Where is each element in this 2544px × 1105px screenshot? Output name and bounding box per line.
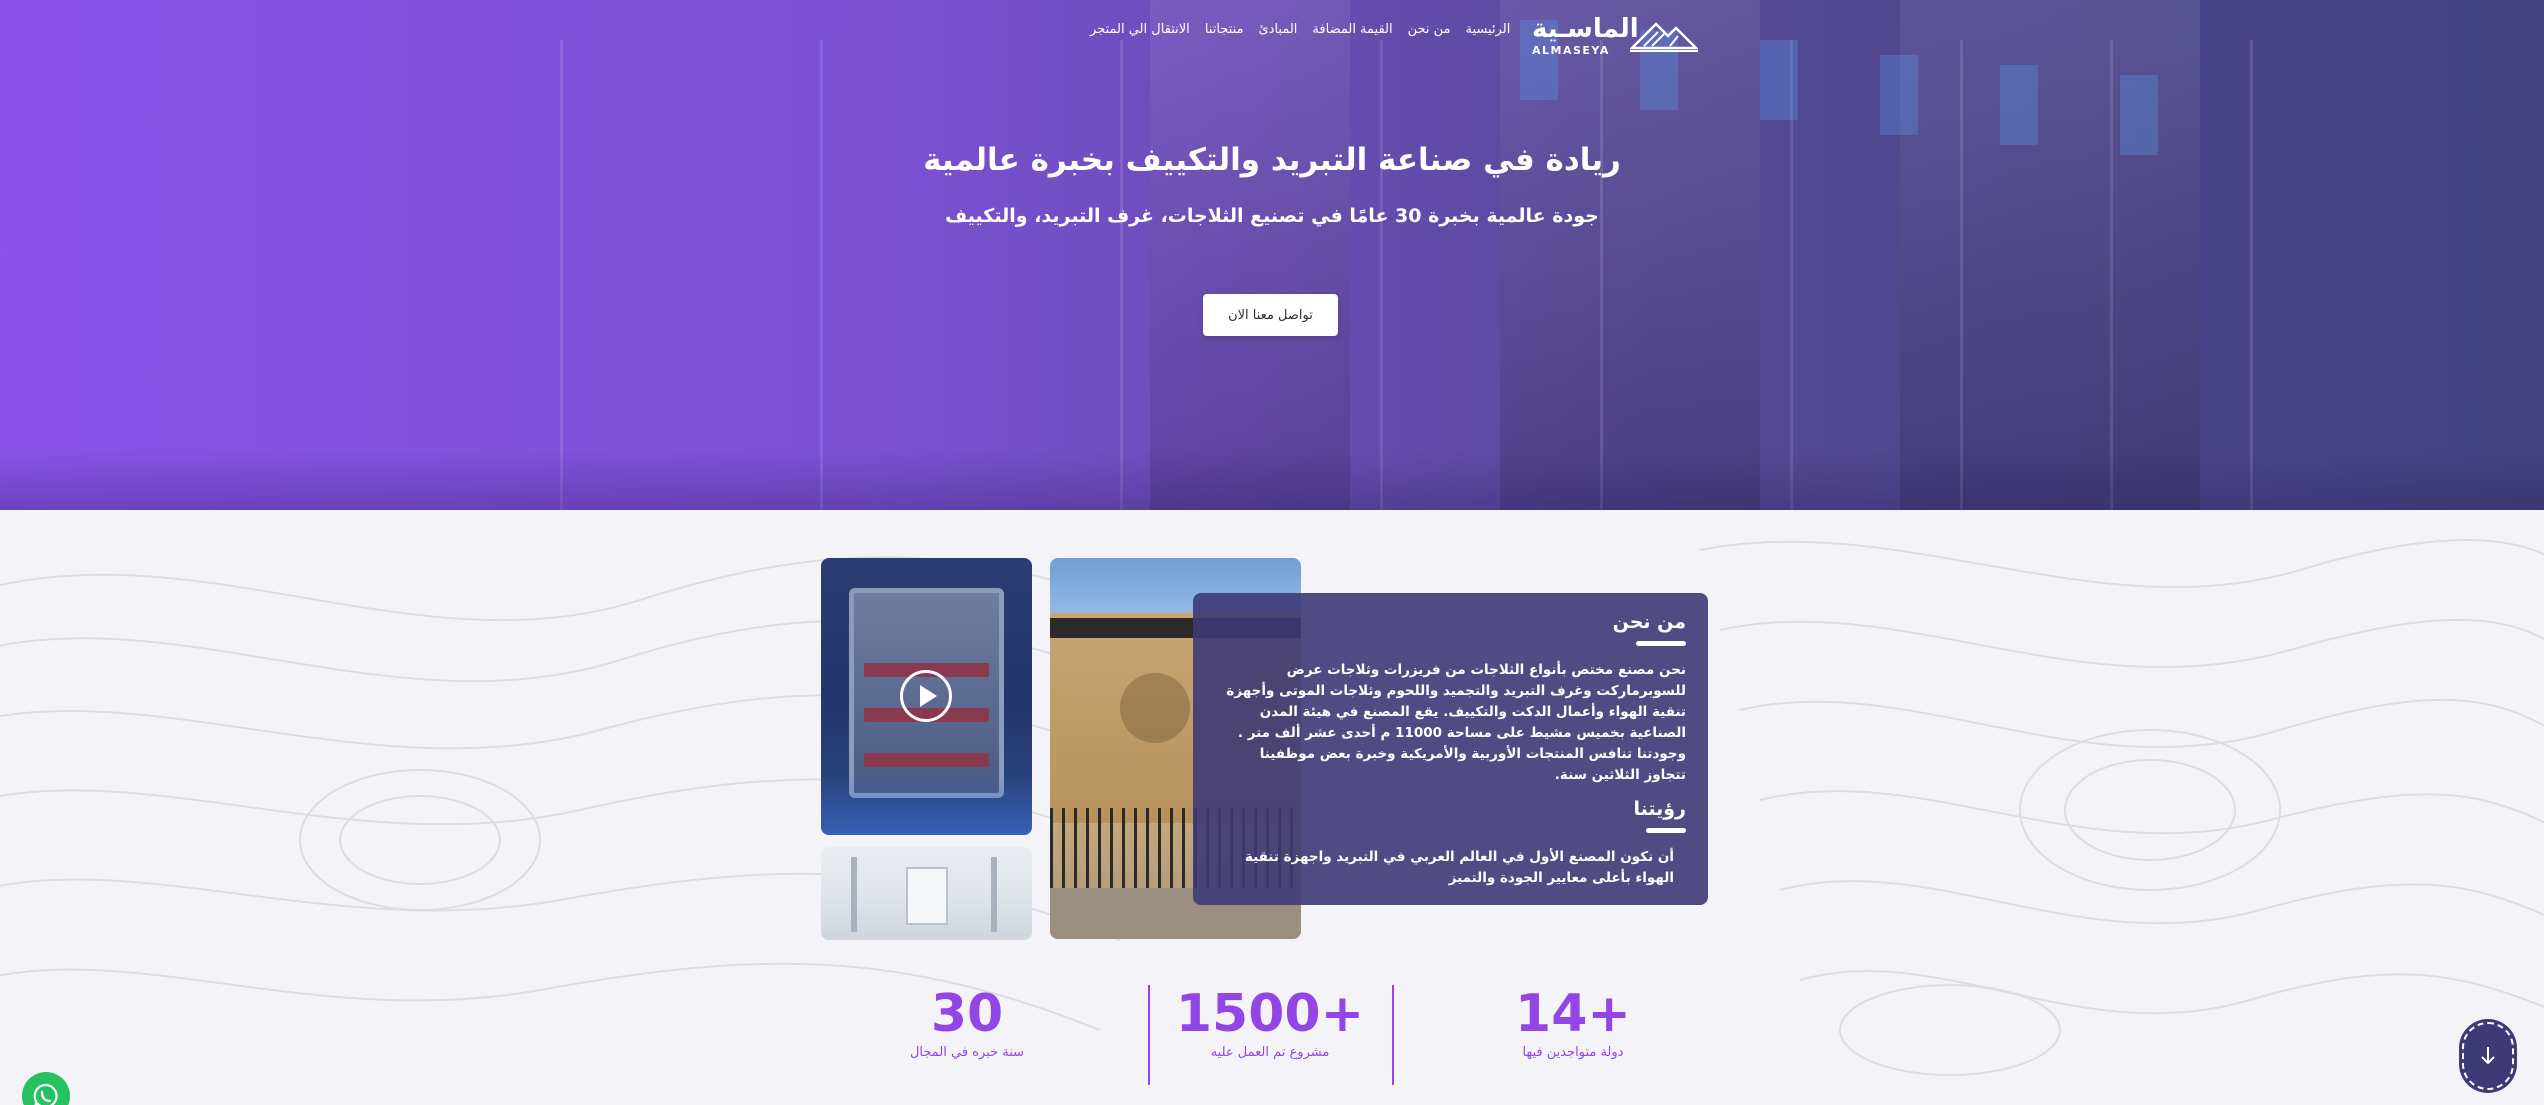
brand-logo[interactable]: الماسـية ALMASEYA bbox=[1532, 14, 1698, 60]
nav-home[interactable]: الرئيسية bbox=[1466, 22, 1511, 37]
hero-bg-sign bbox=[1760, 40, 1798, 120]
play-icon bbox=[920, 685, 937, 707]
stat-years: 30 سنة خبره في المجال bbox=[857, 985, 1077, 1060]
nav-added-value[interactable]: القيمة المضافة bbox=[1312, 22, 1392, 37]
hero-bg-door bbox=[1600, 40, 1603, 510]
building-relief bbox=[1120, 673, 1190, 743]
fridge-glow bbox=[821, 775, 1032, 835]
brand-name-arabic: الماسـية bbox=[1532, 14, 1639, 44]
nav-principles[interactable]: المبادئ bbox=[1258, 22, 1297, 37]
hero-bg-door bbox=[1380, 40, 1383, 510]
factory-corridor-image bbox=[821, 847, 1032, 940]
hero-bg-door bbox=[1120, 40, 1123, 510]
heading-underline bbox=[1636, 641, 1686, 646]
stat-label: مشروع تم العمل عليه bbox=[1210, 1045, 1330, 1060]
stat-projects: 1500+ مشروع تم العمل عليه bbox=[1160, 985, 1380, 1060]
corridor-wall bbox=[991, 857, 997, 932]
stat-label: دولة متواجدين فيها bbox=[1522, 1045, 1624, 1060]
stat-value: 14+ bbox=[1515, 984, 1631, 1044]
hero-bg-door bbox=[1960, 40, 1963, 510]
hero-title: ريادة في صناعة التبريد والتكييف بخبرة عا… bbox=[923, 142, 1621, 178]
stat-value: 1500+ bbox=[1175, 984, 1365, 1044]
corridor-wall bbox=[851, 857, 857, 932]
hero-bg-floor bbox=[0, 450, 2544, 510]
hero-bg-sign bbox=[2000, 65, 2038, 145]
vision-heading: رؤيتنا bbox=[1633, 798, 1686, 820]
whatsapp-icon bbox=[33, 1083, 58, 1105]
stat-value: 30 bbox=[930, 984, 1004, 1044]
hero-bg-sign bbox=[1880, 55, 1918, 135]
corridor-door bbox=[906, 867, 948, 925]
hero-bg-door bbox=[2250, 40, 2253, 510]
about-card: من نحن نحن مصنع مختص بأنواع الثلاجات من … bbox=[1193, 593, 1708, 905]
about-body: نحن مصنع مختص بأنواع الثلاجات من فريزرات… bbox=[1226, 662, 1686, 783]
stat-countries: 14+ دولة متواجدين فيها bbox=[1463, 985, 1683, 1060]
nav-about[interactable]: من نحن bbox=[1408, 22, 1451, 37]
heading-underline bbox=[1646, 828, 1686, 833]
fridge-shelf bbox=[864, 753, 989, 767]
main-nav: الرئيسية من نحن القيمة المضافة المبادئ م… bbox=[1090, 22, 1510, 37]
stat-label: سنة خبره في المجال bbox=[909, 1045, 1025, 1060]
scroll-down-button[interactable] bbox=[2462, 1022, 2514, 1090]
nav-products[interactable]: منتجاتنا bbox=[1205, 22, 1244, 37]
hero-bg-shelf bbox=[1150, 0, 1350, 510]
stat-divider bbox=[1148, 985, 1150, 1085]
hero-subtitle: جودة عالمية بخبرة 30 عامًا في تصنيع الثل… bbox=[945, 205, 1599, 227]
stat-divider bbox=[1392, 985, 1394, 1085]
vision-body: أن نكون المصنع الأول في العالم العربي في… bbox=[1244, 849, 1674, 886]
hero-bg-sign bbox=[2120, 75, 2158, 155]
nav-store[interactable]: الانتقال الي المتجر bbox=[1090, 22, 1190, 37]
mountain-logo-icon bbox=[1630, 22, 1698, 52]
brand-name-english: ALMASEYA bbox=[1532, 44, 1610, 57]
arrow-down-icon bbox=[2481, 1047, 2495, 1065]
hero-section: الماسـية ALMASEYA الرئيسية من نحن القيمة… bbox=[0, 0, 2544, 510]
contact-us-button[interactable]: تواصل معنا الان bbox=[1203, 294, 1338, 336]
hero-bg-door bbox=[2110, 40, 2113, 510]
play-video-button[interactable] bbox=[900, 670, 952, 722]
hero-bg-door bbox=[560, 40, 563, 510]
about-heading: من نحن bbox=[1612, 611, 1686, 633]
hero-bg-door bbox=[820, 40, 823, 510]
